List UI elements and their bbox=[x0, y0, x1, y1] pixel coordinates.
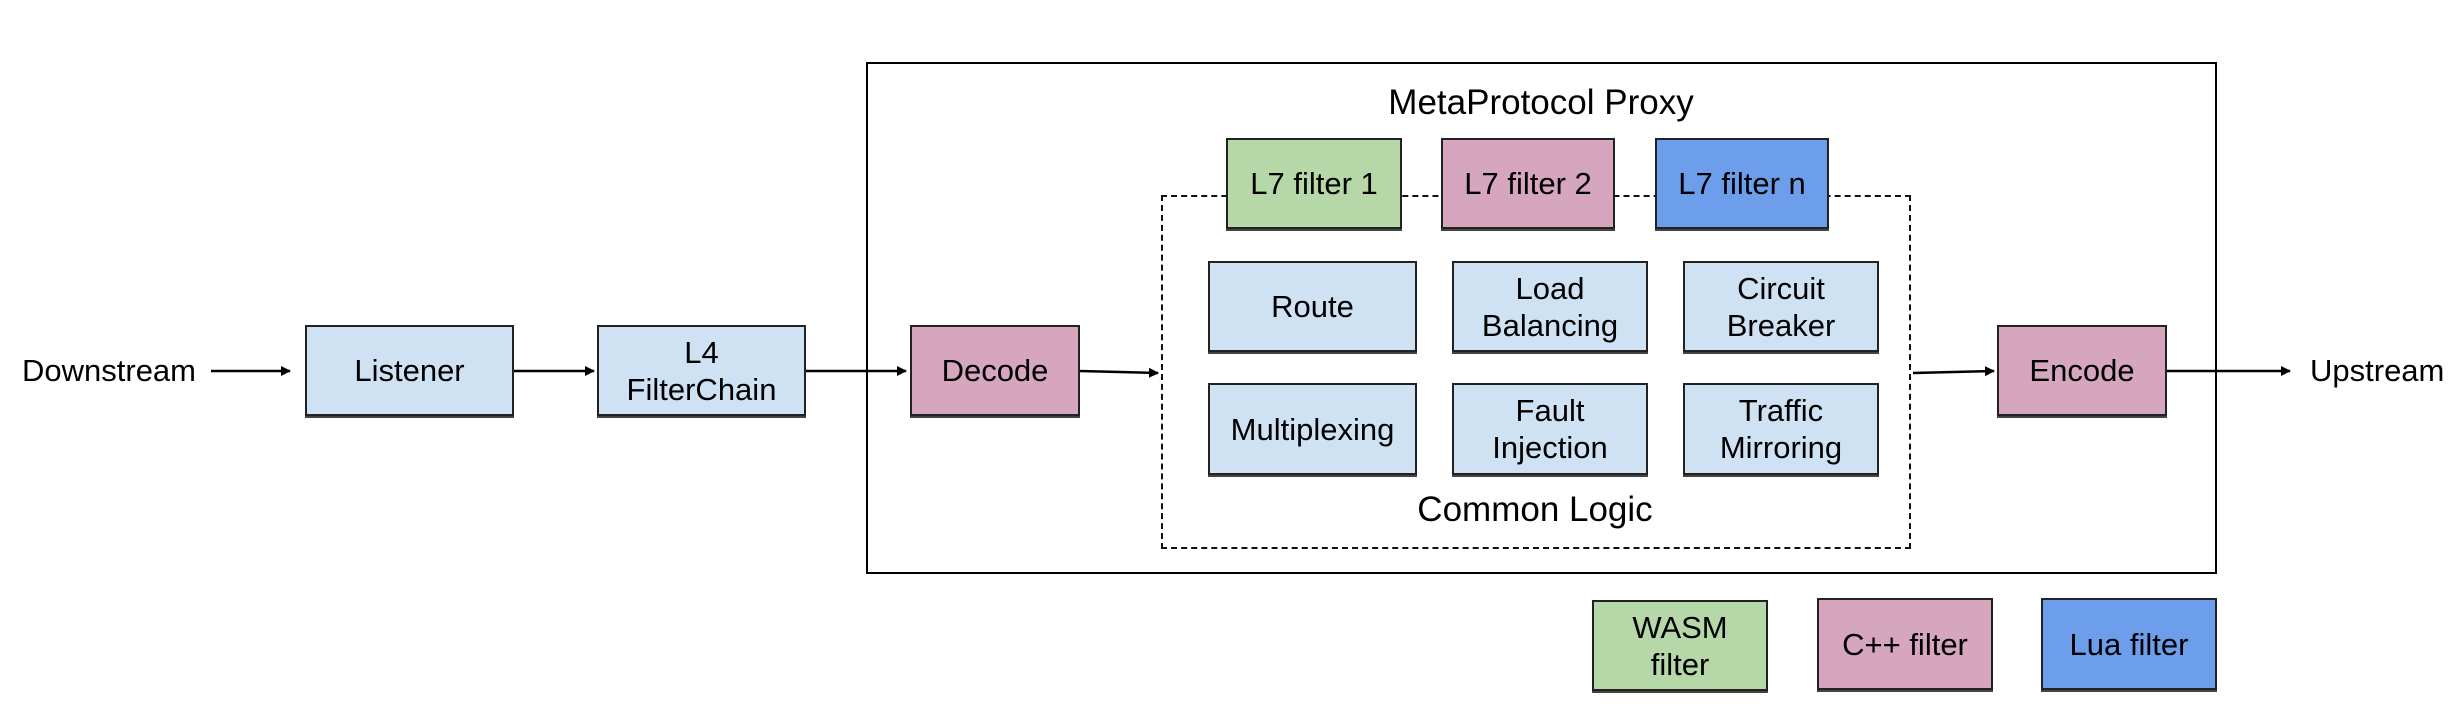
decode-box[interactable]: Decode bbox=[910, 325, 1080, 416]
legend-wasm-filter: WASM filter bbox=[1592, 600, 1768, 691]
multiplexing-module[interactable]: Multiplexing bbox=[1208, 383, 1417, 475]
circuit-breaker-module[interactable]: Circuit Breaker bbox=[1683, 261, 1879, 352]
upstream-label: Upstream bbox=[2310, 353, 2445, 388]
downstream-label: Downstream bbox=[22, 353, 196, 388]
common-logic-title: Common Logic bbox=[1417, 490, 1653, 529]
legend-lua-filter: Lua filter bbox=[2041, 598, 2217, 690]
encode-box[interactable]: Encode bbox=[1997, 325, 2167, 416]
listener-box[interactable]: Listener bbox=[305, 325, 514, 416]
legend-cpp-filter: C++ filter bbox=[1817, 598, 1993, 690]
load-balancing-module[interactable]: Load Balancing bbox=[1452, 261, 1648, 352]
l7-filter-n-box[interactable]: L7 filter n bbox=[1655, 138, 1829, 229]
l4-filterchain-box[interactable]: L4 FilterChain bbox=[597, 325, 806, 416]
metaprotocol-proxy-title: MetaProtocol Proxy bbox=[1388, 83, 1694, 122]
traffic-mirroring-module[interactable]: Traffic Mirroring bbox=[1683, 383, 1879, 475]
fault-injection-module[interactable]: Fault Injection bbox=[1452, 383, 1648, 475]
route-module[interactable]: Route bbox=[1208, 261, 1417, 352]
l7-filter-2-box[interactable]: L7 filter 2 bbox=[1441, 138, 1615, 229]
l7-filter-1-box[interactable]: L7 filter 1 bbox=[1226, 138, 1402, 229]
